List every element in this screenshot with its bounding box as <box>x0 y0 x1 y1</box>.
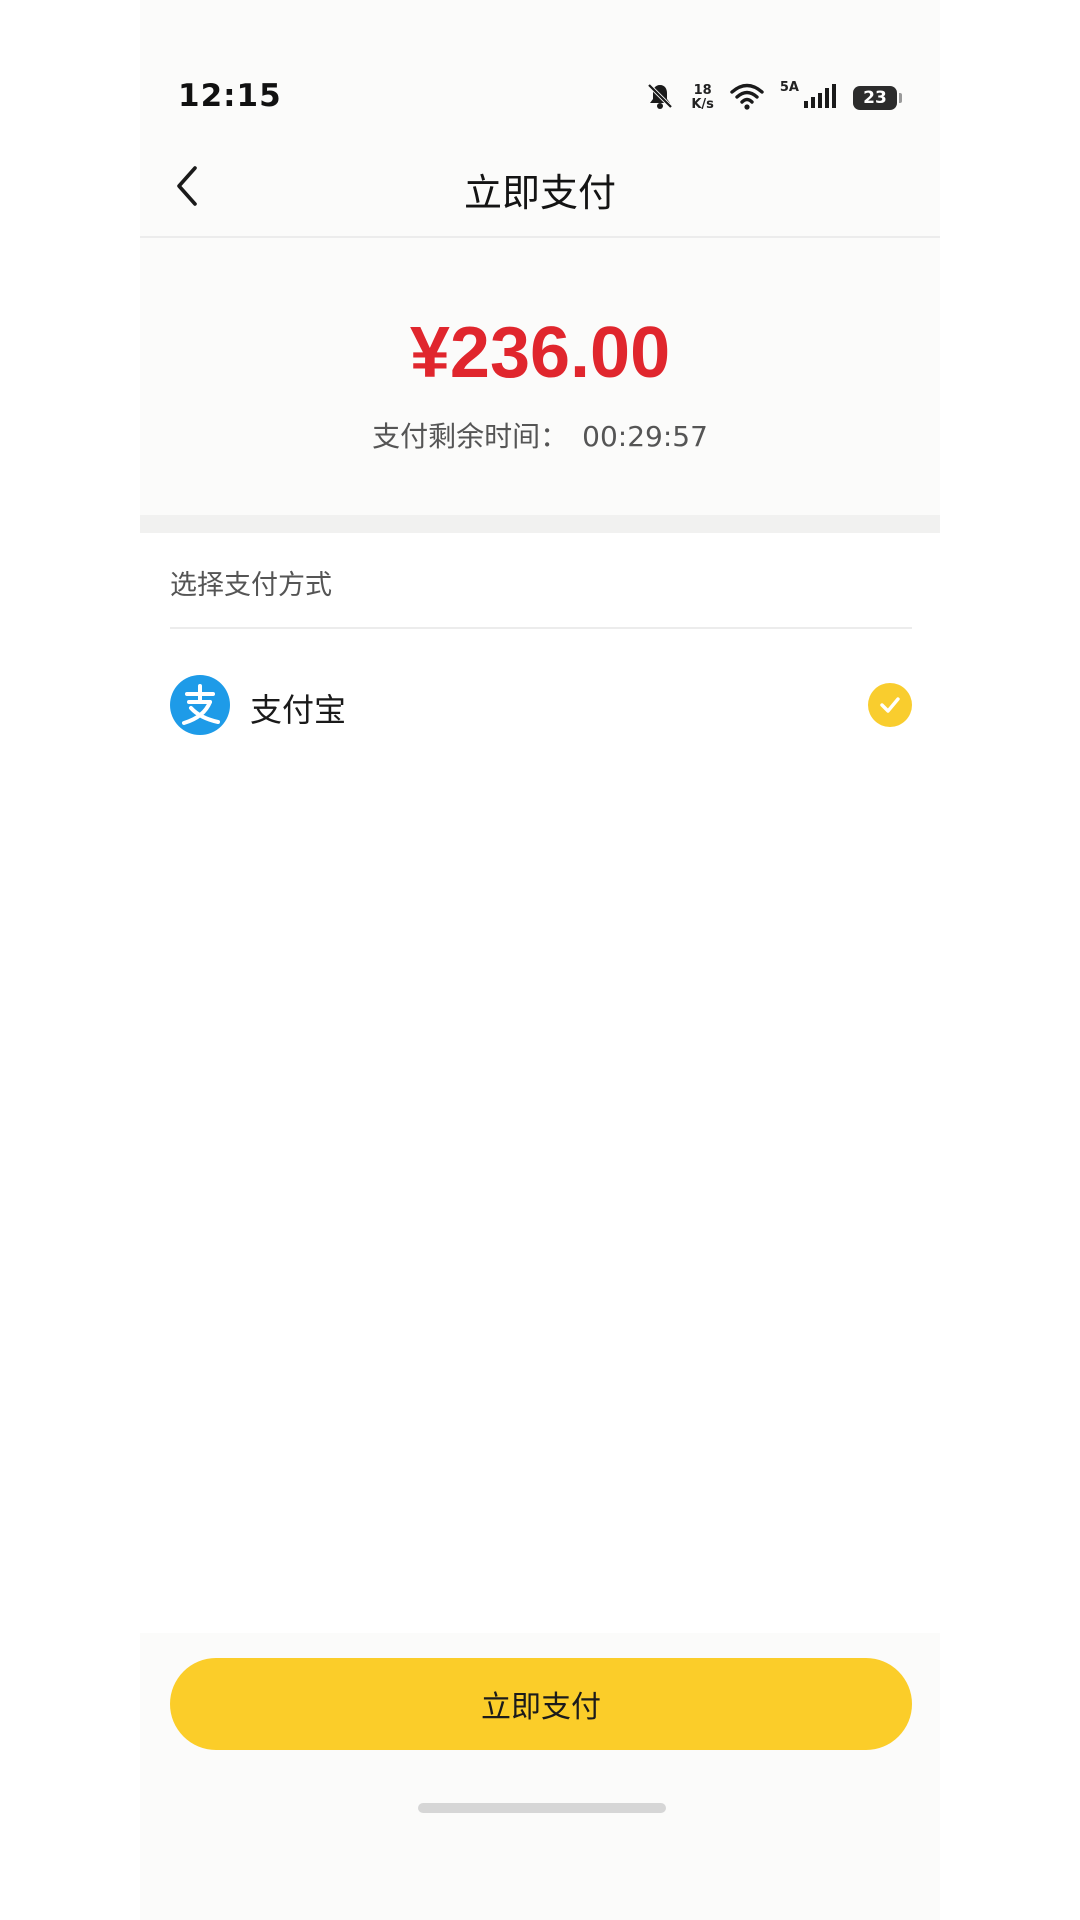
section-label: 选择支付方式 <box>170 570 332 601</box>
checkmark-icon[interactable] <box>868 683 912 727</box>
pay-now-button[interactable]: 立即支付 <box>170 1658 912 1750</box>
status-time: 12:15 <box>178 78 282 114</box>
network-speed: 18 K/s <box>691 84 714 112</box>
page-title: 立即支付 <box>463 171 616 215</box>
signal-label: 5A <box>779 80 799 95</box>
battery-icon: 23 <box>853 86 902 110</box>
signal-bars-icon <box>803 83 837 113</box>
nav-header: 立即支付 <box>140 140 940 238</box>
payment-amount: ¥236.00 <box>409 313 671 393</box>
payment-option-alipay[interactable]: 支付宝 <box>170 673 912 737</box>
status-icons: 18 K/s 5A 23 <box>645 80 902 116</box>
battery-level: 23 <box>853 86 897 110</box>
bell-muted-icon <box>645 81 675 115</box>
section-divider <box>140 515 940 533</box>
payment-countdown: 支付剩余时间： 00:29:57 <box>140 415 940 455</box>
payment-option-label: 支付宝 <box>250 691 347 729</box>
network-speed-unit: K/s <box>691 97 714 112</box>
countdown-value: 00:29:57 <box>582 420 708 453</box>
section-rule <box>170 627 912 629</box>
battery-tip <box>899 93 902 103</box>
countdown-label: 支付剩余时间： <box>372 420 569 453</box>
network-speed-value: 18 <box>693 83 712 98</box>
payment-screen: 12:15 18 K/s 5A 23 立即支付 ¥236.00 支付剩余时间： … <box>140 0 940 1920</box>
home-indicator[interactable] <box>418 1803 666 1813</box>
wifi-icon <box>730 82 764 114</box>
alipay-icon <box>170 675 230 735</box>
payment-method-panel: 选择支付方式 支付宝 <box>140 533 940 1633</box>
